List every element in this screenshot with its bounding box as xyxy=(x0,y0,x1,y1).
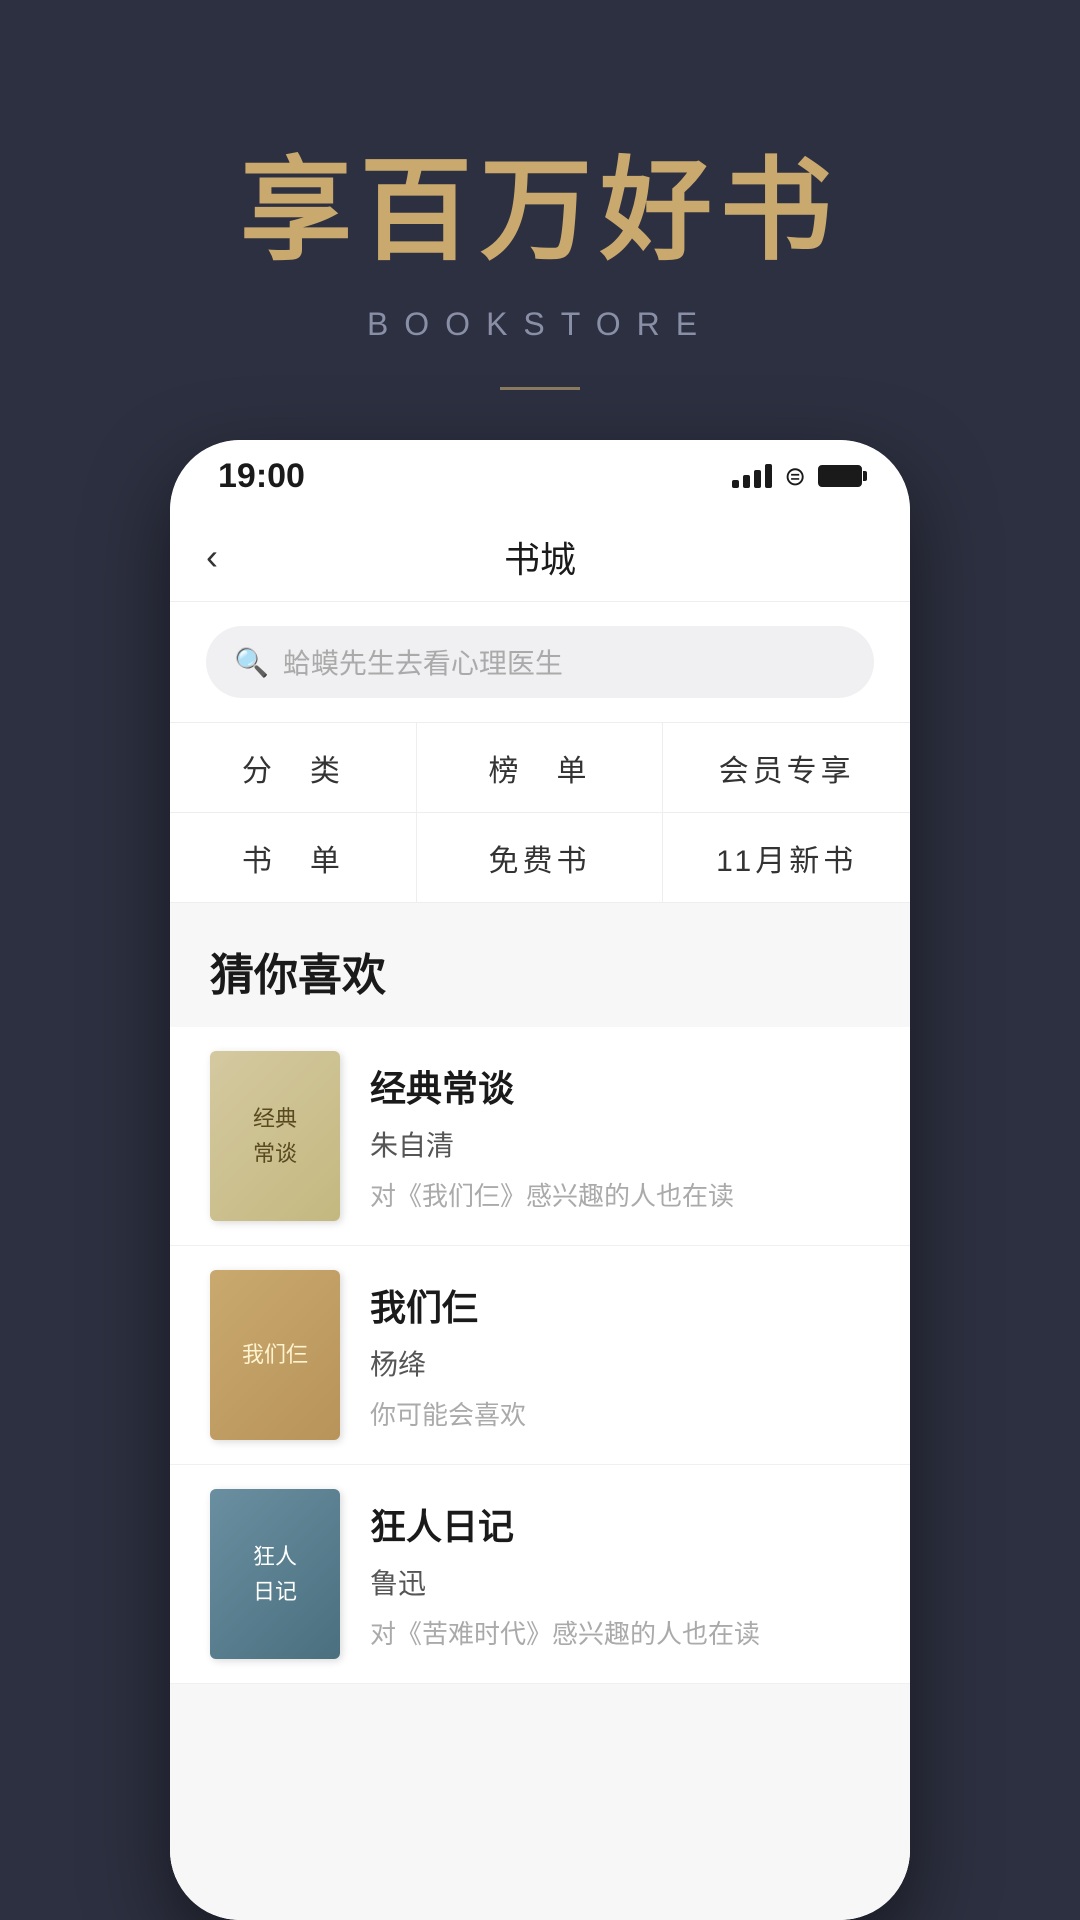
category-label-3: 书 单 xyxy=(242,836,344,880)
book-name-0: 经典常谈 xyxy=(370,1060,870,1112)
category-item-3[interactable]: 书 单 xyxy=(170,813,417,903)
book-list: 经典 常谈 经典常谈 朱自清 对《我们仨》感兴趣的人也在读 我们仨 xyxy=(170,1027,910,1684)
book-author-1: 杨绛 xyxy=(370,1343,870,1383)
hero-title: 享百万好书 xyxy=(240,120,840,282)
book-desc-2: 对《苦难时代》感兴趣的人也在读 xyxy=(370,1614,870,1651)
status-time: 19:00 xyxy=(218,457,305,496)
book-desc-1: 你可能会喜欢 xyxy=(370,1395,870,1432)
back-button[interactable]: ‹ xyxy=(206,536,218,578)
category-label-5: 11月新书 xyxy=(716,836,857,880)
category-label-2: 会员专享 xyxy=(719,746,855,790)
hero-section: 享百万好书 BOOKSTORE xyxy=(0,0,1080,390)
category-label-1: 榜 单 xyxy=(488,746,590,790)
book-item-2[interactable]: 狂人 日记 狂人日记 鲁迅 对《苦难时代》感兴趣的人也在读 xyxy=(170,1465,910,1684)
wifi-icon: ⊜ xyxy=(784,461,806,492)
status-icons: ⊜ xyxy=(732,461,862,492)
book-cover-1: 我们仨 xyxy=(210,1270,340,1440)
content-area: 🔍 蛤蟆先生去看心理医生 分 类 榜 单 会员专享 书 单 xyxy=(170,602,910,1920)
book-author-2: 鲁迅 xyxy=(370,1562,870,1602)
book-info-0: 经典常谈 朱自清 对《我们仨》感兴趣的人也在读 xyxy=(370,1060,870,1213)
book-name-2: 狂人日记 xyxy=(370,1498,870,1550)
recommend-header: 猜你喜欢 xyxy=(170,903,910,1027)
phone-mockup: 19:00 ⊜ ‹ 书城 🔍 蛤蟆先 xyxy=(170,440,910,1920)
book-desc-0: 对《我们仨》感兴趣的人也在读 xyxy=(370,1176,870,1213)
book-cover-2: 狂人 日记 xyxy=(210,1489,340,1659)
category-item-1[interactable]: 榜 单 xyxy=(417,723,664,813)
book-item-0[interactable]: 经典 常谈 经典常谈 朱自清 对《我们仨》感兴趣的人也在读 xyxy=(170,1027,910,1246)
book-info-1: 我们仨 杨绛 你可能会喜欢 xyxy=(370,1279,870,1432)
status-bar: 19:00 ⊜ xyxy=(170,440,910,512)
search-container: 🔍 蛤蟆先生去看心理医生 xyxy=(170,602,910,722)
nav-bar: ‹ 书城 xyxy=(170,512,910,602)
page-title: 书城 xyxy=(504,531,576,583)
book-name-1: 我们仨 xyxy=(370,1279,870,1331)
recommend-title: 猜你喜欢 xyxy=(210,939,870,1003)
category-item-4[interactable]: 免费书 xyxy=(417,813,664,903)
book-info-2: 狂人日记 鲁迅 对《苦难时代》感兴趣的人也在读 xyxy=(370,1498,870,1651)
book-item-1[interactable]: 我们仨 我们仨 杨绛 你可能会喜欢 xyxy=(170,1246,910,1465)
hero-divider xyxy=(500,387,580,390)
book-cover-0: 经典 常谈 xyxy=(210,1051,340,1221)
hero-subtitle: BOOKSTORE xyxy=(367,306,713,343)
battery-icon xyxy=(818,465,862,487)
category-item-0[interactable]: 分 类 xyxy=(170,723,417,813)
recommend-section: 猜你喜欢 经典 常谈 经典常谈 朱自清 对《我们仨》感兴趣的人也在读 xyxy=(170,903,910,1920)
search-placeholder-text: 蛤蟆先生去看心理医生 xyxy=(283,642,563,682)
phone-frame: 19:00 ⊜ ‹ 书城 🔍 蛤蟆先 xyxy=(170,440,910,1920)
search-icon: 🔍 xyxy=(234,646,269,679)
book-author-0: 朱自清 xyxy=(370,1124,870,1164)
category-label-4: 免费书 xyxy=(488,836,590,880)
search-bar[interactable]: 🔍 蛤蟆先生去看心理医生 xyxy=(206,626,874,698)
category-grid: 分 类 榜 单 会员专享 书 单 免费书 11月新书 xyxy=(170,722,910,903)
category-item-5[interactable]: 11月新书 xyxy=(663,813,910,903)
category-item-2[interactable]: 会员专享 xyxy=(663,723,910,813)
signal-icon xyxy=(732,464,772,488)
category-label-0: 分 类 xyxy=(242,746,344,790)
